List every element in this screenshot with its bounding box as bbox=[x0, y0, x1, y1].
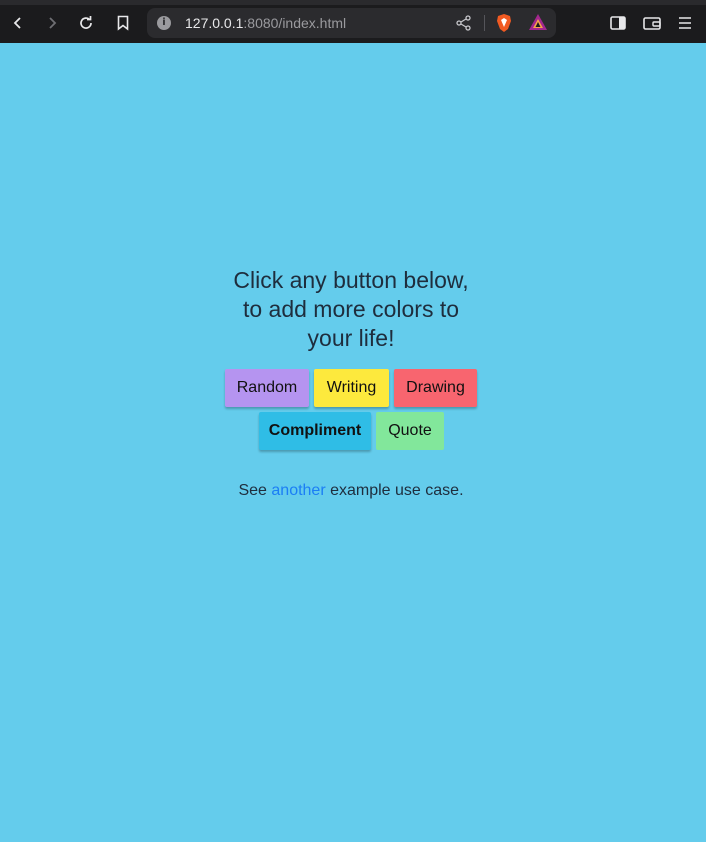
footnote-suffix: example use case. bbox=[325, 482, 464, 499]
back-icon[interactable] bbox=[7, 12, 29, 34]
info-icon[interactable]: i bbox=[157, 16, 171, 30]
brave-rewards-icon[interactable] bbox=[528, 13, 548, 31]
compliment-button[interactable]: Compliment bbox=[259, 412, 371, 450]
page-content: Click any button below, to add more colo… bbox=[0, 43, 706, 842]
url-host: 127.0.0.1 bbox=[185, 15, 244, 31]
page-headline: Click any button below, to add more colo… bbox=[233, 267, 469, 351]
footnote-prefix: See bbox=[238, 482, 272, 499]
forward-icon[interactable] bbox=[41, 12, 63, 34]
address-bar-separator bbox=[484, 15, 485, 31]
writing-button[interactable]: Writing bbox=[314, 369, 389, 407]
wallet-icon[interactable] bbox=[641, 12, 663, 34]
share-icon[interactable] bbox=[455, 14, 473, 32]
brave-shields-icon[interactable] bbox=[495, 13, 513, 33]
sidebar-icon[interactable] bbox=[607, 12, 629, 34]
bookmark-icon[interactable] bbox=[112, 12, 134, 34]
quote-button[interactable]: Quote bbox=[376, 412, 444, 450]
url-path: :8080/index.html bbox=[243, 15, 347, 31]
footnote: See another example use case. bbox=[0, 482, 702, 500]
url-text[interactable]: 127.0.0.1:8080/index.html bbox=[185, 15, 346, 31]
random-button[interactable]: Random bbox=[225, 369, 309, 407]
address-bar[interactable]: i 127.0.0.1:8080/index.html bbox=[147, 8, 556, 38]
drawing-button[interactable]: Drawing bbox=[394, 369, 477, 407]
another-example-link[interactable]: another bbox=[271, 482, 325, 499]
reload-icon[interactable] bbox=[75, 12, 97, 34]
menu-icon[interactable] bbox=[674, 12, 696, 34]
browser-toolbar: i 127.0.0.1:8080/index.html bbox=[0, 0, 706, 43]
